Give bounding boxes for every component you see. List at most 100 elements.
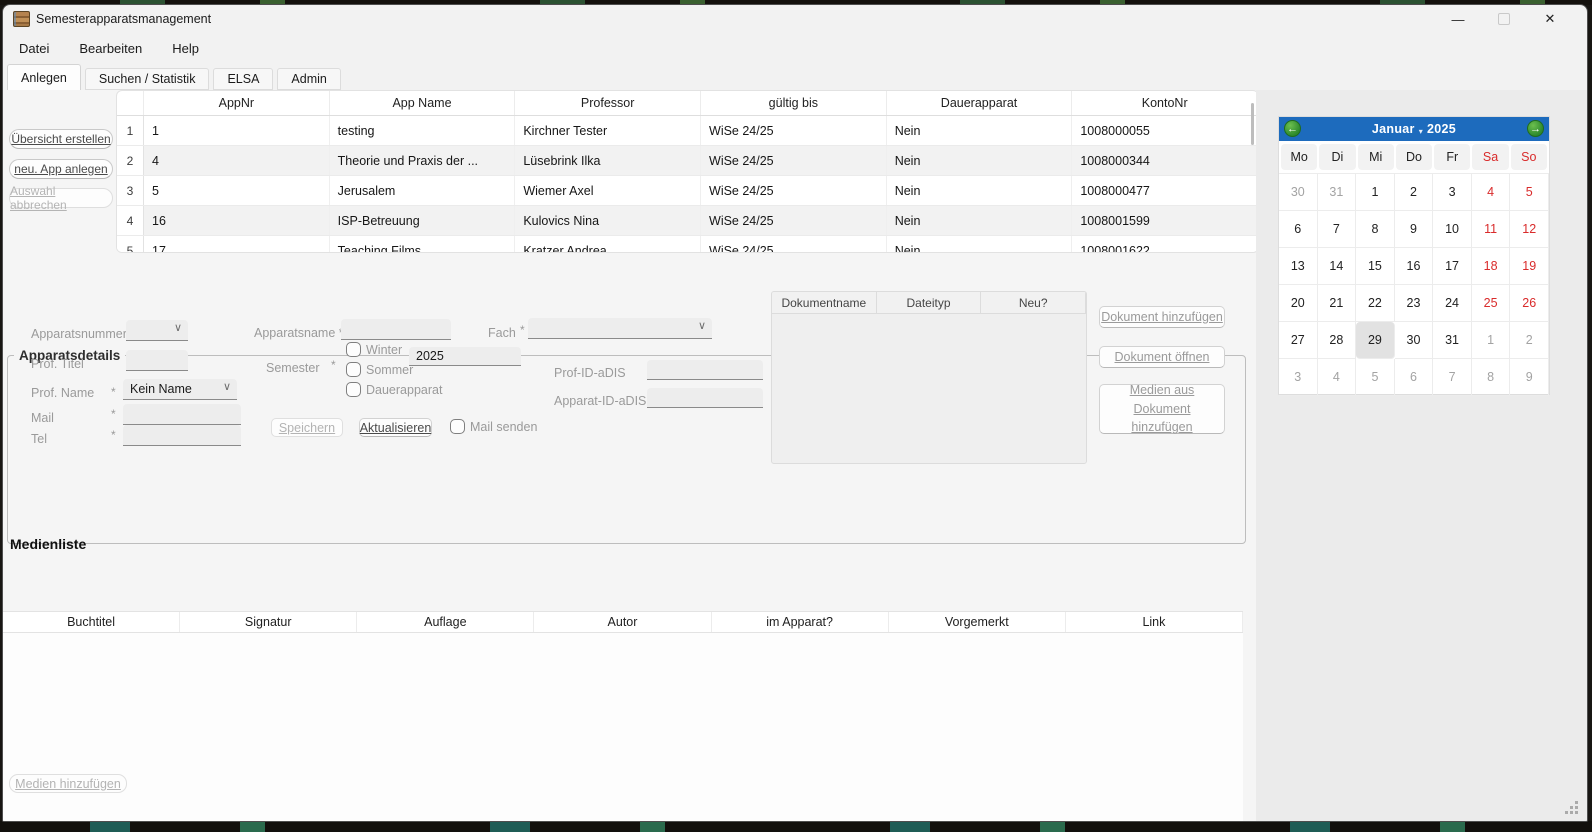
fach-dropdown[interactable]: ∨ [528, 318, 712, 339]
calendar-date-cell[interactable]: 3 [1279, 359, 1318, 396]
calendar-date-cell[interactable]: 13 [1279, 248, 1318, 285]
prof-name-dropdown[interactable]: Kein Name∨ [123, 379, 237, 400]
app-cell: 1 [144, 116, 330, 145]
medien-hinzufuegen-button[interactable]: Medien hinzufügen [9, 774, 127, 793]
dauerapparat-radio[interactable] [346, 382, 361, 397]
calendar-date-cell[interactable]: 30 [1279, 174, 1318, 211]
calendar-date-cell[interactable]: 4 [1318, 359, 1357, 396]
mail-senden-checkbox[interactable] [450, 419, 465, 434]
calendar-next-button[interactable]: → [1527, 120, 1544, 137]
calendar-date-cell[interactable]: 27 [1279, 322, 1318, 359]
calendar-date-cell[interactable]: 7 [1433, 359, 1472, 396]
calendar-date-cell[interactable]: 25 [1472, 285, 1511, 322]
tab-anlegen[interactable]: Anlegen [7, 64, 81, 90]
calendar-date-cell[interactable]: 15 [1356, 248, 1395, 285]
resize-grip[interactable] [1575, 811, 1578, 814]
maximize-icon [1498, 13, 1510, 25]
minimize-button[interactable]: — [1435, 5, 1481, 33]
calendar-date-cell[interactable]: 19 [1510, 248, 1549, 285]
sommer-radio[interactable] [346, 362, 361, 377]
table-scrollbar[interactable] [1251, 103, 1254, 145]
documents-table-header: DokumentnameDateitypNeu? [772, 292, 1086, 314]
auswahl-abbrechen-button[interactable]: Auswahl abbrechen [9, 188, 113, 208]
sommer-label: Sommer [366, 363, 413, 377]
media-column-header: Vorgemerkt [889, 612, 1066, 632]
menu-help[interactable]: Help [170, 38, 201, 59]
apps-table-body: 11testingKirchner TesterWiSe 24/25Nein10… [117, 116, 1258, 253]
calendar-date-cell[interactable]: 5 [1510, 174, 1549, 211]
calendar-day-header: Mo [1281, 144, 1317, 170]
apparatsname-input[interactable] [341, 319, 451, 340]
calendar-date-cell[interactable]: 17 [1433, 248, 1472, 285]
calendar-date-cell[interactable]: 10 [1433, 211, 1472, 248]
calendar-prev-button[interactable]: ← [1284, 120, 1301, 137]
app-row[interactable]: 11testingKirchner TesterWiSe 24/25Nein10… [117, 116, 1258, 146]
apparat-id-adis-label: Apparat-ID-aDIS [554, 394, 646, 408]
app-row[interactable]: 517Teaching FilmsKratzer AndreaWiSe 24/2… [117, 236, 1258, 253]
menu-bar: Datei Bearbeiten Help [3, 33, 1587, 63]
calendar-date-cell[interactable]: 6 [1395, 359, 1434, 396]
calendar-date-cell[interactable]: 23 [1395, 285, 1434, 322]
calendar-date-cell[interactable]: 9 [1395, 211, 1434, 248]
uebersicht-erstellen-button[interactable]: Übersicht erstellen [9, 129, 113, 149]
prof-titel-input[interactable] [126, 350, 188, 371]
calendar-date-cell[interactable]: 11 [1472, 211, 1511, 248]
calendar-date-cell[interactable]: 24 [1433, 285, 1472, 322]
tab-admin[interactable]: Admin [277, 68, 340, 90]
menu-datei[interactable]: Datei [17, 38, 51, 59]
calendar-date-cell[interactable]: 4 [1472, 174, 1511, 211]
calendar-date-cell[interactable]: 5 [1356, 359, 1395, 396]
dokument-oeffnen-button[interactable]: Dokument öffnen [1099, 346, 1225, 368]
row-number: 5 [117, 236, 144, 253]
calendar-date-cell[interactable]: 29 [1356, 322, 1395, 359]
calendar-date-cell[interactable]: 26 [1510, 285, 1549, 322]
apparat-id-adis-input[interactable] [647, 388, 763, 408]
dokument-hinzufuegen-button[interactable]: Dokument hinzufügen [1099, 306, 1225, 328]
neue-app-anlegen-button[interactable]: neu. App anlegen [9, 159, 113, 179]
app-cell: 1008000344 [1072, 146, 1258, 175]
calendar-date-cell[interactable]: 30 [1395, 322, 1434, 359]
calendar-date-cell[interactable]: 8 [1356, 211, 1395, 248]
prof-id-adis-input[interactable] [647, 360, 763, 380]
app-row[interactable]: 35JerusalemWiemer AxelWiSe 24/25Nein1008… [117, 176, 1258, 206]
app-row[interactable]: 24Theorie und Praxis der ...Lüsebrink Il… [117, 146, 1258, 176]
calendar-date-cell[interactable]: 28 [1318, 322, 1357, 359]
calendar-date-cell[interactable]: 20 [1279, 285, 1318, 322]
calendar-date-cell[interactable]: 18 [1472, 248, 1511, 285]
calendar-date-cell[interactable]: 14 [1318, 248, 1357, 285]
apparatsnummer-dropdown[interactable]: ∨ [126, 320, 188, 341]
chevron-down-icon: ∨ [698, 319, 706, 332]
tab-suchen-statistik[interactable]: Suchen / Statistik [85, 68, 210, 90]
mail-input[interactable] [123, 404, 241, 425]
calendar-date-cell[interactable]: 22 [1356, 285, 1395, 322]
menu-bearbeiten[interactable]: Bearbeiten [77, 38, 144, 59]
calendar-date-cell[interactable]: 2 [1510, 322, 1549, 359]
calendar-title[interactable]: Januar▾2025 [1372, 122, 1456, 136]
aktualisieren-button[interactable]: Aktualisieren [359, 418, 432, 437]
calendar-date-cell[interactable]: 21 [1318, 285, 1357, 322]
semester-year-input[interactable] [409, 347, 521, 366]
calendar-date-cell[interactable]: 6 [1279, 211, 1318, 248]
tab-elsa[interactable]: ELSA [213, 68, 273, 90]
tel-input[interactable] [123, 425, 241, 446]
maximize-button[interactable] [1481, 5, 1527, 33]
title-bar[interactable]: Semesterapparatsmanagement — ✕ [3, 5, 1587, 33]
calendar-date-cell[interactable]: 9 [1510, 359, 1549, 396]
calendar-date-cell[interactable]: 8 [1472, 359, 1511, 396]
app-row[interactable]: 416ISP-BetreuungKulovics NinaWiSe 24/25N… [117, 206, 1258, 236]
calendar-date-cell[interactable]: 12 [1510, 211, 1549, 248]
calendar-date-cell[interactable]: 1 [1472, 322, 1511, 359]
speichern-button[interactable]: Speichern [271, 418, 343, 437]
calendar-day-header: Di [1319, 144, 1355, 170]
calendar-date-cell[interactable]: 2 [1395, 174, 1434, 211]
calendar-date-cell[interactable]: 7 [1318, 211, 1357, 248]
calendar-date-cell[interactable]: 31 [1318, 174, 1357, 211]
medien-aus-dokument-button[interactable]: Medien aus Dokument hinzufügen [1099, 384, 1225, 434]
calendar-date-cell[interactable]: 3 [1433, 174, 1472, 211]
calendar-date-cell[interactable]: 16 [1395, 248, 1434, 285]
calendar-date-cell[interactable]: 31 [1433, 322, 1472, 359]
close-button[interactable]: ✕ [1527, 5, 1573, 33]
row-number: 4 [117, 206, 144, 235]
winter-radio[interactable] [346, 342, 361, 357]
calendar-date-cell[interactable]: 1 [1356, 174, 1395, 211]
